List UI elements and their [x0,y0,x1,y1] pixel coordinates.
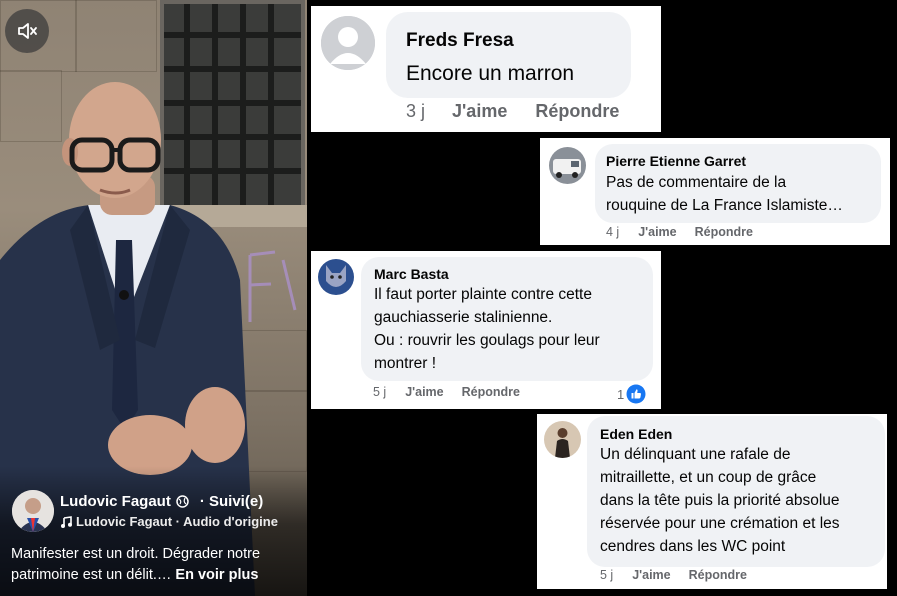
comment-text-line: gauchiasserie stalinienne. [374,309,553,326]
commenter-name[interactable]: Freds Fresa [406,30,514,52]
comment-text-line: rouquine de La France Islamiste… [606,197,843,214]
commenter-name[interactable]: Eden Eden [600,426,672,442]
comment-text-line: mitraillette, et un coup de grâce [600,469,817,486]
comment-text-line: Pas de commentaire de la [606,174,787,191]
comment-bubble: Marc Basta Il faut porter plainte contre… [361,257,653,381]
author-avatar[interactable] [12,490,54,532]
comment-text-line: réservée pour une crémation et les [600,515,840,532]
comment-text-line: Un délinquant une rafale de [600,446,791,463]
comment-text-line: montrer ! [374,355,437,372]
comment-bubble: Freds Fresa Encore un marron [386,12,631,98]
comment-card: Eden Eden Un délinquant une rafale de mi… [537,414,887,589]
van-photo-icon [549,147,586,184]
reply-button[interactable]: Répondre [689,568,747,582]
comment-text: Encore un marron [406,62,575,85]
wolf-photo-icon [318,259,354,295]
comment-text-line: Il faut porter plainte contre cette [374,286,592,303]
reaction-count-value: 1 [617,386,625,402]
follow-status[interactable]: · Suivi(e) [200,493,263,510]
comment-avatar[interactable] [549,147,586,184]
speaker-muted-icon [18,23,37,39]
comment-card: Freds Fresa Encore un marron 3 j J'aime … [311,6,661,132]
comment-bubble: Pierre Etienne Garret Pas de commentaire… [595,144,881,223]
author-row: Ludovic Fagaut · Suivi(e) Ludovic Fagaut… [12,490,278,532]
globe-icon [176,495,189,508]
comment-text-line: Ou : rouvrir les goulags pour leur [374,332,600,349]
thumbs-up-icon [626,384,646,404]
reply-button[interactable]: Répondre [535,101,619,122]
comment-avatar[interactable] [321,16,375,70]
audio-label[interactable]: Ludovic Fagaut · Audio d'origine [76,514,278,529]
comment-actions: 4 j J'aime Répondre [606,225,753,239]
comment-avatar[interactable] [544,421,581,458]
mute-button[interactable] [5,9,49,53]
comment-card: Pierre Etienne Garret Pas de commentaire… [540,138,890,245]
profile-photo-icon [544,421,581,458]
comment-text-line: dans la tête puis la priorité absolue [600,492,840,509]
comment-text-line: cendres dans les WC point [600,538,786,555]
like-button[interactable]: J'aime [452,101,507,122]
comment-avatar[interactable] [318,259,354,295]
commenter-name[interactable]: Pierre Etienne Garret [606,153,746,169]
comment-time[interactable]: 4 j [606,225,619,239]
comment-actions: 5 j J'aime Répondre [373,385,520,399]
like-button[interactable]: J'aime [405,385,443,399]
music-note-icon [61,515,72,528]
comment-actions: 5 j J'aime Répondre [600,568,747,582]
author-name[interactable]: Ludovic Fagaut [60,493,171,510]
video-panel[interactable]: Ludovic Fagaut · Suivi(e) Ludovic Fagaut… [0,0,307,596]
reply-button[interactable]: Répondre [695,225,753,239]
see-more-link[interactable]: En voir plus [175,567,258,583]
comment-time[interactable]: 5 j [373,385,386,399]
comment-time[interactable]: 5 j [600,568,613,582]
video-caption: Manifester est un droit. Dégrader notre … [11,544,301,586]
like-button[interactable]: J'aime [632,568,670,582]
comment-time[interactable]: 3 j [406,101,425,122]
comment-bubble: Eden Eden Un délinquant une rafale de mi… [587,416,885,567]
reply-button[interactable]: Répondre [462,385,520,399]
commenter-name[interactable]: Marc Basta [374,266,449,282]
reaction-count[interactable]: 1 [617,384,646,404]
default-user-icon [321,16,375,70]
comment-card: Marc Basta Il faut porter plainte contre… [311,251,661,409]
like-button[interactable]: J'aime [638,225,676,239]
comment-actions: 3 j J'aime Répondre [406,101,619,122]
wall-texture [75,0,157,72]
